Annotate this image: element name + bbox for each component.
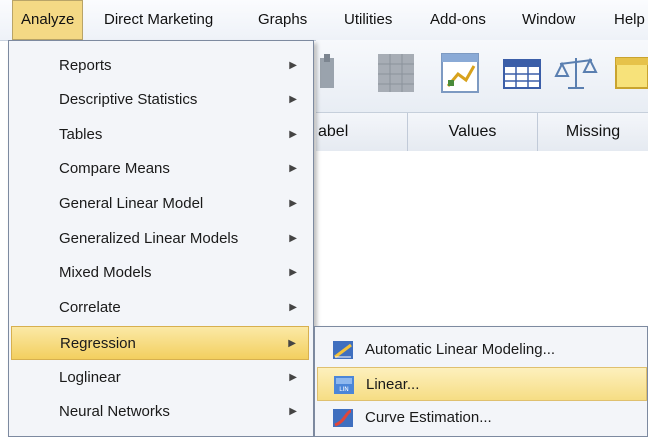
submenu-item-linear[interactable]: LIN Linear... [317,367,647,401]
menu-item-reports[interactable]: Reports ▶ [11,49,309,83]
column-header-label[interactable]: abel [316,113,408,151]
menu-item-label: Reports [59,57,112,74]
menu-item-general-linear-model[interactable]: General Linear Model ▶ [11,187,309,221]
menu-help[interactable]: Help [614,0,648,40]
submenu-arrow-icon: ▶ [289,372,297,383]
menu-item-label: Descriptive Statistics [59,91,198,108]
menu-item-loglinear[interactable]: Loglinear ▶ [11,361,309,395]
toolbar-table-icon[interactable] [500,50,544,96]
menu-item-correlate[interactable]: Correlate ▶ [11,291,309,325]
curve-estimation-icon [333,409,353,427]
menu-bar: Analyze Direct Marketing Graphs Utilitie… [0,0,648,41]
submenu-item-curve-estimation[interactable]: Curve Estimation... [317,401,647,435]
submenu-item-automatic-linear-modeling[interactable]: Automatic Linear Modeling... [317,333,647,367]
column-header-missing[interactable]: Missing [538,113,648,151]
menu-item-label: Compare Means [59,160,170,177]
menu-item-tables[interactable]: Tables ▶ [11,118,309,152]
menu-item-descriptive-statistics[interactable]: Descriptive Statistics ▶ [11,83,309,117]
submenu-arrow-icon: ▶ [289,129,297,140]
variable-view-header: abel Values Missing [316,112,648,152]
menu-item-label: Mixed Models [59,264,152,281]
menu-item-compare-means[interactable]: Compare Means ▶ [11,152,309,186]
menu-item-label: Tables [59,126,103,143]
menu-direct-marketing[interactable]: Direct Marketing [104,0,213,40]
menu-item-neural-networks[interactable]: Neural Networks ▶ [11,395,309,429]
regression-submenu: Automatic Linear Modeling... LIN Linear.… [314,326,648,437]
menu-item-label: Loglinear [59,369,121,386]
toolbar-value-labels-icon[interactable] [608,50,648,96]
menu-add-ons[interactable]: Add-ons [430,0,486,40]
menu-window[interactable]: Window [522,0,575,40]
menu-item-mixed-models[interactable]: Mixed Models ▶ [11,256,309,290]
toolbar-chart-icon[interactable] [438,50,482,96]
automatic-linear-modeling-icon [333,341,353,359]
menu-item-label: Regression [60,335,136,352]
menu-item-generalized-linear-models[interactable]: Generalized Linear Models ▶ [11,222,309,256]
toolbar-grid-icon[interactable] [374,50,418,96]
toolbar-weight-scale-icon[interactable] [554,50,598,96]
submenu-arrow-icon: ▶ [289,163,297,174]
submenu-arrow-icon: ▶ [289,60,297,71]
menu-graphs[interactable]: Graphs [258,0,307,40]
toolbar [316,40,648,112]
menu-item-label: Correlate [59,299,121,316]
analyze-dropdown-menu: Reports ▶ Descriptive Statistics ▶ Table… [8,40,314,437]
submenu-item-label: Automatic Linear Modeling... [365,341,556,358]
menu-item-label: General Linear Model [59,195,204,212]
submenu-arrow-icon: ▶ [289,233,297,244]
submenu-arrow-icon: ▶ [289,406,297,417]
svg-text:LIN: LIN [339,386,349,393]
submenu-item-label: Linear... [366,376,420,393]
submenu-arrow-icon: ▶ [288,338,296,349]
submenu-arrow-icon: ▶ [289,198,297,209]
toolbar-icon-partial[interactable] [316,50,338,96]
column-header-values[interactable]: Values [408,113,538,151]
menu-utilities[interactable]: Utilities [344,0,392,40]
submenu-arrow-icon: ▶ [289,267,297,278]
menu-analyze[interactable]: Analyze [12,0,84,40]
menu-item-regression[interactable]: Regression ▶ [11,326,309,360]
menu-item-label: Neural Networks [59,403,170,420]
linear-regression-icon: LIN [334,376,354,394]
submenu-item-label: Curve Estimation... [365,409,492,426]
submenu-arrow-icon: ▶ [289,302,297,313]
menu-item-label: Generalized Linear Models [59,230,239,247]
submenu-arrow-icon: ▶ [289,94,297,105]
